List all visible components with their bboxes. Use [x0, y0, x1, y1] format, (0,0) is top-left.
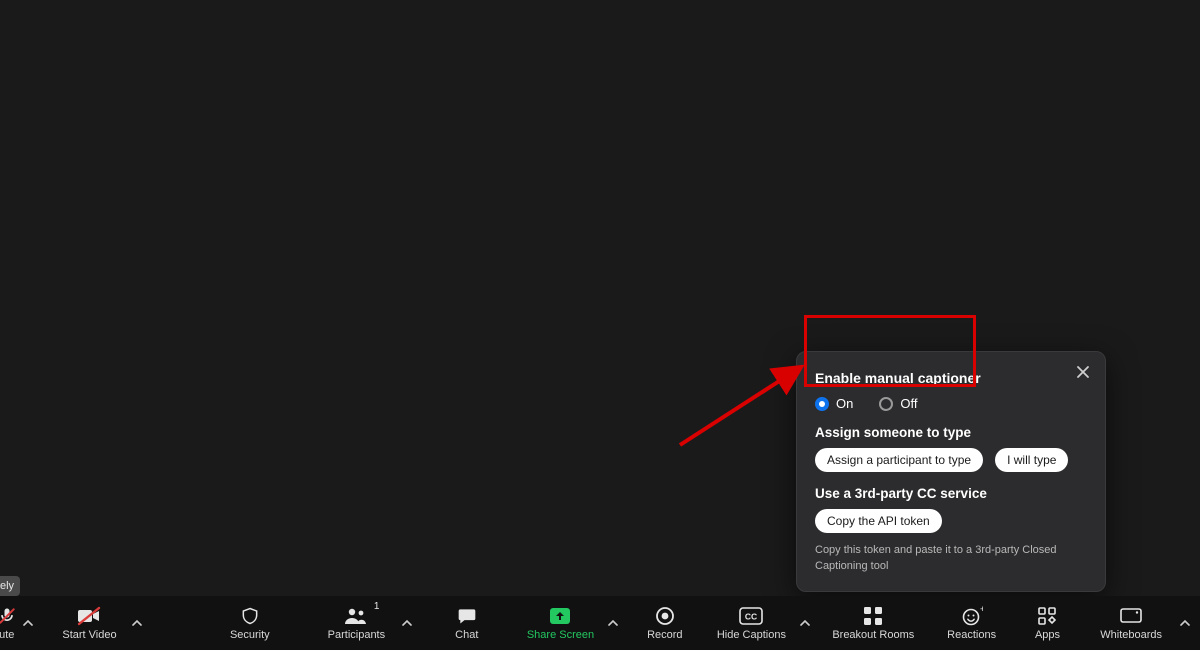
third-party-title: Use a 3rd-party CC service: [815, 486, 1087, 501]
captioner-off-radio[interactable]: Off: [879, 396, 917, 411]
share-screen-button[interactable]: Share Screen: [517, 596, 603, 650]
record-icon: [655, 605, 675, 627]
chat-button[interactable]: Chat: [440, 596, 493, 650]
video-icon: [77, 605, 101, 627]
reactions-button[interactable]: + Reactions: [934, 596, 1009, 650]
radio-dot-icon: [879, 397, 893, 411]
radio-label: Off: [900, 396, 917, 411]
api-token-hint: Copy this token and paste it to a 3rd-pa…: [815, 543, 1087, 575]
record-button[interactable]: Record: [635, 596, 694, 650]
closed-caption-icon: CC: [739, 605, 763, 627]
mute-button[interactable]: ute: [0, 596, 20, 650]
captions-popover: Enable manual captioner On Off Assign so…: [796, 351, 1106, 592]
whiteboard-icon: [1119, 605, 1143, 627]
breakout-icon: [863, 605, 883, 627]
microphone-icon: [0, 605, 17, 627]
toolbar-label: Start Video: [62, 629, 116, 641]
svg-text:+: +: [980, 606, 983, 614]
toolbar-label: Hide Captions: [717, 629, 786, 641]
truncated-label: ely: [0, 576, 20, 596]
chat-icon: [456, 605, 478, 627]
participants-options-caret[interactable]: [399, 596, 417, 650]
whiteboards-options-caret[interactable]: [1176, 596, 1194, 650]
svg-text:CC: CC: [745, 612, 757, 622]
whiteboards-button[interactable]: Whiteboards: [1086, 596, 1176, 650]
captions-options-caret[interactable]: [797, 596, 815, 650]
toolbar-label: ute: [0, 629, 14, 641]
assign-participant-button[interactable]: Assign a participant to type: [815, 448, 983, 472]
toolbar-label: Share Screen: [527, 629, 594, 641]
close-icon[interactable]: [1073, 362, 1093, 382]
captions-button[interactable]: CC Hide Captions: [706, 596, 796, 650]
enable-manual-captioner-title: Enable manual captioner: [815, 370, 1087, 386]
i-will-type-button[interactable]: I will type: [995, 448, 1068, 472]
participants-count-badge: 1: [374, 601, 380, 612]
radio-dot-icon: [815, 397, 829, 411]
video-options-caret[interactable]: [128, 596, 146, 650]
apps-button[interactable]: Apps: [1023, 596, 1072, 650]
share-options-caret[interactable]: [604, 596, 622, 650]
toolbar-label: Record: [647, 629, 682, 641]
meeting-toolbar: ute Start Video Security 1 Participants: [0, 596, 1200, 650]
toolbar-label: Participants: [328, 629, 385, 641]
mute-options-caret[interactable]: [20, 596, 38, 650]
apps-icon: [1037, 605, 1057, 627]
breakout-rooms-button[interactable]: Breakout Rooms: [822, 596, 924, 650]
toolbar-label: Apps: [1035, 629, 1060, 641]
captioner-radio-group: On Off: [815, 396, 1087, 411]
participants-button[interactable]: 1 Participants: [314, 596, 398, 650]
start-video-button[interactable]: Start Video: [51, 596, 128, 650]
toolbar-label: Reactions: [947, 629, 996, 641]
reactions-icon: +: [961, 605, 983, 627]
security-button[interactable]: Security: [215, 596, 284, 650]
captioner-on-radio[interactable]: On: [815, 396, 853, 411]
radio-label: On: [836, 396, 853, 411]
assign-someone-title: Assign someone to type: [815, 425, 1087, 440]
participants-icon: 1: [343, 605, 369, 627]
toolbar-label: Whiteboards: [1100, 629, 1162, 641]
share-screen-icon: [548, 605, 572, 627]
shield-icon: [240, 605, 260, 627]
toolbar-label: Security: [230, 629, 270, 641]
toolbar-label: Breakout Rooms: [832, 629, 914, 641]
copy-api-token-button[interactable]: Copy the API token: [815, 509, 942, 533]
toolbar-label: Chat: [455, 629, 478, 641]
